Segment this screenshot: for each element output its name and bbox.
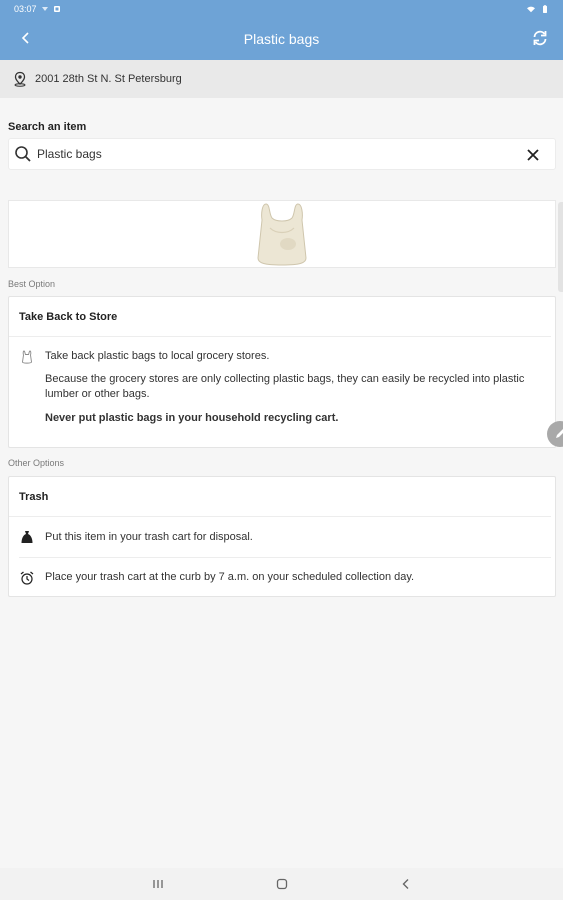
system-nav-bar: [0, 868, 563, 900]
best-option-title: Take Back to Store: [9, 297, 551, 337]
pencil-icon: [556, 429, 563, 438]
best-option-line2: Because the grocery stores are only coll…: [45, 373, 525, 400]
recent-apps-icon: [152, 880, 163, 888]
back-button[interactable]: [16, 28, 36, 48]
best-option-label: Best Option: [8, 279, 56, 289]
status-bar: 03:07: [0, 0, 563, 18]
home-icon: [276, 878, 287, 890]
best-option-line1: Take back plastic bags to local grocery …: [45, 350, 270, 362]
trash-title: Trash: [9, 477, 551, 517]
trash-row1-text: Put this item in your trash cart for dis…: [45, 530, 253, 543]
system-back-button[interactable]: [399, 877, 413, 891]
alarm-clock-icon: [20, 570, 34, 585]
search-icon: [15, 146, 31, 162]
location-pin-icon: [14, 71, 26, 87]
back-icon: [402, 879, 408, 889]
app-bar: Plastic bags: [0, 18, 563, 60]
scrollbar[interactable]: [558, 202, 563, 292]
best-option-card: Take Back to Store Take back plastic bag…: [8, 296, 556, 448]
recent-apps-button[interactable]: [151, 877, 165, 891]
wifi-icon: [527, 6, 535, 13]
best-option-warning: Never put plastic bags in your household…: [45, 412, 339, 424]
trash-row2-text: Place your trash cart at the curb by 7 a…: [45, 571, 415, 583]
chevron-left-icon: [21, 32, 29, 44]
battery-icon: [543, 5, 547, 13]
other-options-label: Other Options: [8, 458, 65, 468]
page-title: Plastic bags: [243, 31, 320, 47]
close-icon[interactable]: [525, 147, 541, 163]
home-button[interactable]: [275, 877, 289, 891]
other-options-card: Trash Put this item in your trash cart f…: [8, 476, 556, 597]
search-input[interactable]: [37, 147, 507, 161]
item-image-card: [8, 200, 556, 268]
search-box: [8, 138, 556, 170]
status-time: 03:07: [14, 4, 37, 14]
address-bar[interactable]: 2001 28th St N. St Petersburg: [0, 60, 563, 98]
notification-icon: [41, 7, 48, 11]
address-text: 2001 28th St N. St Petersburg: [35, 73, 182, 85]
search-label: Search an item: [8, 121, 87, 133]
trash-bag-icon: [21, 531, 33, 543]
notification-app-icon: [53, 6, 60, 12]
refresh-icon: [533, 30, 547, 46]
plastic-bag-image: [257, 203, 307, 266]
refresh-button[interactable]: [529, 27, 551, 49]
plastic-bag-icon: [22, 350, 32, 364]
